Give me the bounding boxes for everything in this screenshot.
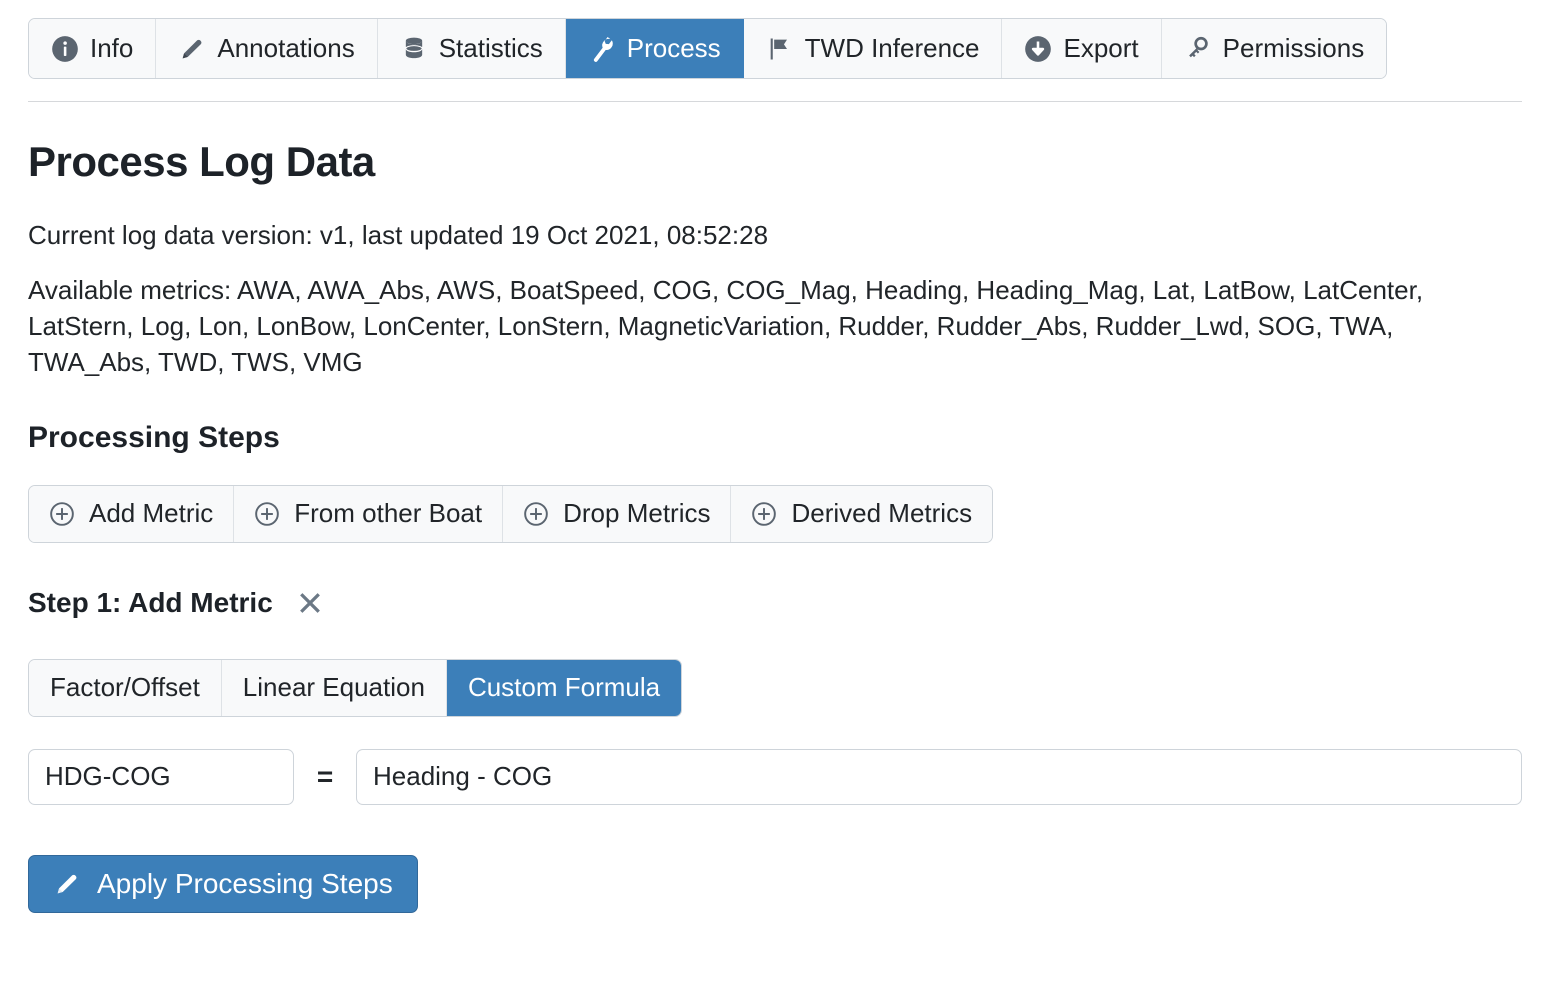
formula-row: = (28, 748, 1522, 805)
from-other-boat-button[interactable]: From other Boat (234, 485, 504, 542)
page-title: Process Log Data (28, 138, 375, 185)
plus-circle-icon (49, 501, 75, 527)
tab-process[interactable]: Process (565, 19, 744, 78)
tab-annotations[interactable]: Annotations (156, 19, 378, 78)
tab-export[interactable]: Export (1002, 19, 1162, 78)
button-label: Derived Metrics (791, 498, 973, 529)
tab-label: Permissions (1222, 33, 1365, 63)
button-label: Add Metric (89, 498, 214, 529)
flag-icon (766, 35, 794, 63)
button-label: Apply Processing Steps (97, 867, 393, 899)
tab-label: Statistics (438, 33, 543, 63)
log-version-text: Current log data version: v1, last updat… (28, 220, 769, 250)
add-metric-button[interactable]: Add Metric (29, 485, 235, 542)
tab-bar-divider (28, 101, 1522, 102)
database-icon (400, 35, 428, 63)
processing-steps-heading: Processing Steps (28, 420, 280, 454)
key-icon (1184, 35, 1212, 63)
plus-circle-icon (254, 501, 280, 527)
tab-twd-inference[interactable]: TWD Inference (743, 19, 1003, 78)
wrench-icon (588, 35, 616, 63)
drop-metrics-button[interactable]: Drop Metrics (503, 485, 732, 542)
mode-label: Factor/Offset (50, 672, 200, 703)
tab-label: TWD Inference (804, 33, 980, 63)
tab-label: Info (90, 33, 134, 63)
tab-label: Export (1063, 33, 1139, 63)
mode-factor-offset[interactable]: Factor/Offset (29, 659, 222, 716)
mode-linear-equation[interactable]: Linear Equation (221, 659, 447, 716)
apply-processing-steps-button[interactable]: Apply Processing Steps (28, 854, 418, 913)
button-label: Drop Metrics (563, 498, 711, 529)
add-step-button-group: Add Metric From other Boat Drop Metrics (28, 484, 994, 543)
step-header: Step 1: Add Metric (28, 587, 1522, 619)
download-circle-icon (1024, 35, 1052, 63)
derived-metrics-button[interactable]: Derived Metrics (731, 485, 993, 542)
metric-mode-group: Factor/Offset Linear Equation Custom For… (28, 658, 683, 717)
metric-name-input[interactable] (28, 748, 294, 805)
plus-circle-icon (751, 501, 777, 527)
tab-label: Process (626, 33, 721, 63)
close-x-icon[interactable] (297, 590, 323, 616)
available-metrics-text: Available metrics: AWA, AWA_Abs, AWS, Bo… (28, 275, 1424, 377)
mode-label: Linear Equation (242, 672, 425, 703)
process-panel: Process Log Data Current log data versio… (0, 138, 1550, 913)
button-label: From other Boat (294, 498, 483, 529)
pencil-icon (53, 870, 81, 898)
mode-label: Custom Formula (467, 672, 661, 703)
tab-bar: Info Annotations Statistics Process TWD … (0, 0, 1550, 102)
tab-info[interactable]: Info (29, 19, 157, 78)
tab-group: Info Annotations Statistics Process TWD … (28, 18, 1388, 79)
tab-permissions[interactable]: Permissions (1161, 19, 1387, 78)
equals-symbol: = (316, 760, 334, 792)
tab-label: Annotations (217, 33, 355, 63)
formula-input[interactable] (356, 748, 1522, 805)
tab-statistics[interactable]: Statistics (377, 19, 566, 78)
pencil-icon (178, 35, 206, 63)
plus-circle-icon (523, 501, 549, 527)
mode-custom-formula[interactable]: Custom Formula (446, 659, 682, 716)
step-title: Step 1: Add Metric (28, 586, 273, 618)
info-circle-icon (51, 35, 79, 63)
